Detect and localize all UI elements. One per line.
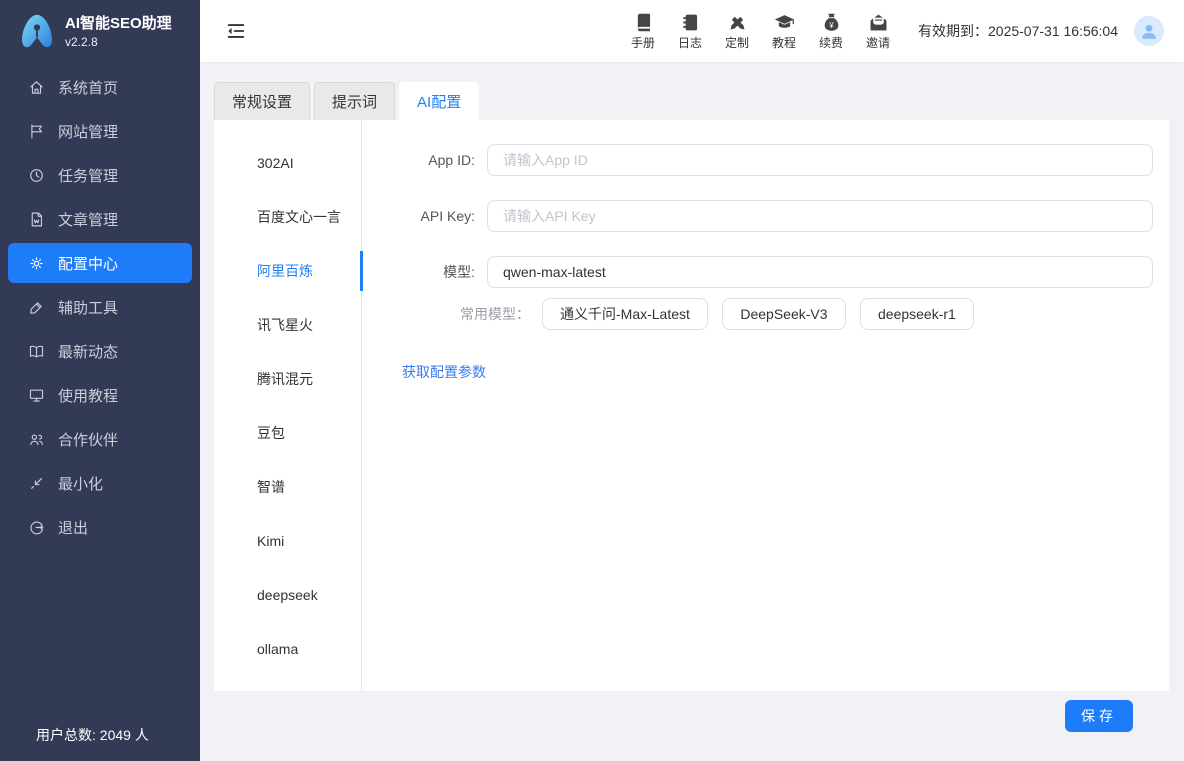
sidebar-item-label: 配置中心: [58, 253, 118, 274]
news-book-icon: [28, 343, 45, 360]
sidebar-item-label: 文章管理: [58, 209, 118, 230]
renew-moneybag-icon: ¥: [821, 12, 842, 33]
action-label: 续费: [819, 34, 843, 51]
app-logo: AI智能SEO助理 v2.2.8: [0, 0, 200, 61]
sidebar-item-sites[interactable]: 网站管理: [8, 111, 192, 151]
avatar-person-icon: [1138, 20, 1160, 42]
site-icon: [28, 123, 45, 140]
provider-deepseek[interactable]: deepseek: [214, 568, 361, 622]
log-journal-icon: [680, 12, 701, 33]
action-label: 教程: [772, 34, 796, 51]
provider-config-form: App ID: API Key: 模型: 常用模型： 通义千问-Max-Late…: [362, 120, 1169, 691]
expiry-date: 有效期到：2025-07-31 16:56:04: [918, 21, 1118, 41]
provider-ollama[interactable]: ollama: [214, 622, 361, 676]
common-models-label: 常用模型：: [362, 304, 542, 324]
sidebar-item-label: 系统首页: [58, 77, 118, 98]
expiry-label: 有效期到：: [918, 23, 988, 39]
action-label: 手册: [631, 34, 655, 51]
save-row: 保存: [214, 691, 1169, 732]
sidebar-item-label: 最新动态: [58, 341, 118, 362]
sidebar-item-home[interactable]: 系统首页: [8, 67, 192, 107]
sidebar-fold-icon[interactable]: [225, 20, 247, 42]
provider-list: 302AI 百度文心一言 阿里百炼 讯飞星火 腾讯混元 豆包 智谱 Kimi d…: [214, 120, 362, 691]
action-label: 日志: [678, 34, 702, 51]
app-logo-icon: [16, 11, 58, 53]
tutorial-button[interactable]: 教程: [771, 12, 797, 51]
model-input[interactable]: [487, 256, 1153, 288]
invite-button[interactable]: 邀请: [865, 12, 891, 51]
exit-icon: [28, 519, 45, 536]
sidebar-item-label: 任务管理: [58, 165, 118, 186]
tab-ai-config[interactable]: AI配置: [399, 82, 479, 120]
sidebar-item-news[interactable]: 最新动态: [8, 331, 192, 371]
common-model-buttons: 通义千问-Max-Latest DeepSeek-V3 deepseek-r1: [542, 298, 984, 330]
customize-button[interactable]: 定制: [724, 12, 750, 51]
provider-ali-bailian[interactable]: 阿里百炼: [214, 244, 361, 298]
model-label: 模型:: [362, 262, 487, 282]
user-avatar[interactable]: [1134, 16, 1164, 46]
api-key-input[interactable]: [487, 200, 1153, 232]
provider-kimi[interactable]: Kimi: [214, 514, 361, 568]
sidebar-item-label: 最小化: [58, 473, 103, 494]
task-clock-icon: [28, 167, 45, 184]
article-icon: [28, 211, 45, 228]
tab-general-settings[interactable]: 常规设置: [214, 82, 310, 120]
sidebar-item-partners[interactable]: 合作伙伴: [8, 419, 192, 459]
manual-button[interactable]: 手册: [630, 12, 656, 51]
model-option-qwen-max-latest[interactable]: 通义千问-Max-Latest: [542, 298, 708, 330]
app-title: AI智能SEO助理: [65, 15, 172, 34]
sidebar-item-tasks[interactable]: 任务管理: [8, 155, 192, 195]
renew-button[interactable]: ¥ 续费: [818, 12, 844, 51]
provider-zhipu[interactable]: 智谱: [214, 460, 361, 514]
provider-baidu-wenxin[interactable]: 百度文心一言: [214, 190, 361, 244]
sidebar-item-articles[interactable]: 文章管理: [8, 199, 192, 239]
api-key-label: API Key:: [362, 208, 487, 224]
graduation-cap-icon: [774, 12, 795, 33]
ai-config-panel: 302AI 百度文心一言 阿里百炼 讯飞星火 腾讯混元 豆包 智谱 Kimi d…: [214, 120, 1169, 691]
sidebar-item-minimize[interactable]: 最小化: [8, 463, 192, 503]
sidebar-item-config-center[interactable]: 配置中心: [8, 243, 192, 283]
sidebar-item-label: 退出: [58, 517, 88, 538]
get-config-params-link[interactable]: 获取配置参数: [402, 362, 486, 382]
sidebar-item-label: 辅助工具: [58, 297, 118, 318]
tab-prompts[interactable]: 提示词: [314, 82, 395, 120]
sidebar-item-label: 合作伙伴: [58, 429, 118, 450]
settings-tabs: 常规设置 提示词 AI配置: [214, 82, 1169, 120]
sidebar-item-tutorials[interactable]: 使用教程: [8, 375, 192, 415]
app-version: v2.2.8: [65, 35, 172, 49]
tutorial-monitor-icon: [28, 387, 45, 404]
customize-tools-icon: [727, 12, 748, 33]
sidebar-nav: 系统首页 网站管理 任务管理 文章管理 配置中心 辅助工具 最新动态 使用教程: [0, 61, 200, 551]
user-total-count: 用户总数: 2049 人: [0, 725, 200, 761]
gear-icon: [28, 255, 45, 272]
provider-302ai[interactable]: 302AI: [214, 136, 361, 190]
minimize-icon: [28, 475, 45, 492]
action-label: 定制: [725, 34, 749, 51]
home-icon: [28, 79, 45, 96]
header-actions: 手册 日志 定制: [630, 12, 891, 51]
save-button[interactable]: 保存: [1065, 700, 1133, 732]
sidebar-item-exit[interactable]: 退出: [8, 507, 192, 547]
sidebar-item-tools[interactable]: 辅助工具: [8, 287, 192, 327]
model-option-deepseek-v3[interactable]: DeepSeek-V3: [722, 298, 845, 330]
provider-doubao[interactable]: 豆包: [214, 406, 361, 460]
model-option-deepseek-r1[interactable]: deepseek-r1: [860, 298, 974, 330]
invite-mail-icon: [868, 12, 889, 33]
sidebar: AI智能SEO助理 v2.2.8 系统首页 网站管理 任务管理 文章管理 配置中…: [0, 0, 200, 761]
svg-text:¥: ¥: [829, 20, 834, 29]
provider-tencent-hunyuan[interactable]: 腾讯混元: [214, 352, 361, 406]
top-header: 手册 日志 定制: [200, 0, 1184, 62]
provider-xunfei-xinghuo[interactable]: 讯飞星火: [214, 298, 361, 352]
tools-pen-icon: [28, 299, 45, 316]
expiry-value: 2025-07-31 16:56:04: [988, 23, 1118, 39]
action-label: 邀请: [866, 34, 890, 51]
partners-icon: [28, 431, 45, 448]
log-button[interactable]: 日志: [677, 12, 703, 51]
sidebar-item-label: 使用教程: [58, 385, 118, 406]
content-area: 常规设置 提示词 AI配置 302AI 百度文心一言 阿里百炼 讯飞星火 腾讯混…: [200, 62, 1184, 761]
app-id-label: App ID:: [362, 152, 487, 168]
app-id-input[interactable]: [487, 144, 1153, 176]
manual-book-icon: [633, 12, 654, 33]
sidebar-item-label: 网站管理: [58, 121, 118, 142]
